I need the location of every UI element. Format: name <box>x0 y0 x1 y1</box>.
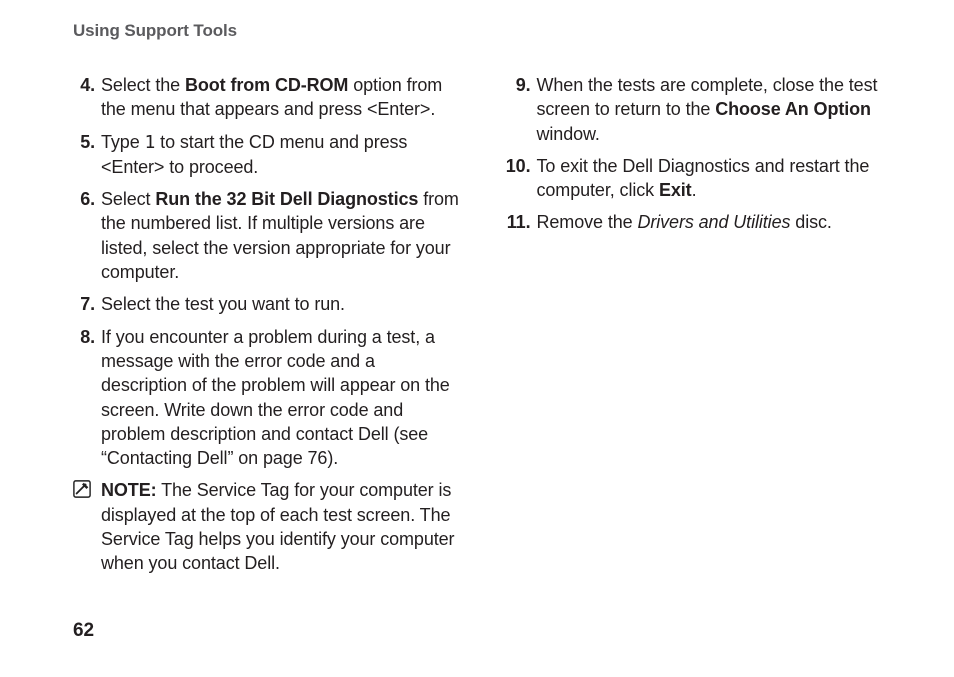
list-item: 8.If you encounter a problem during a te… <box>73 325 465 471</box>
list-item-number: 10. <box>503 154 531 178</box>
list-item: 10.To exit the Dell Diagnostics and rest… <box>503 154 895 203</box>
list-item-number: 9. <box>503 73 531 97</box>
list-item-body: Select the test you want to run. <box>101 292 465 316</box>
text-run: Exit <box>659 180 692 200</box>
text-run: window. <box>537 124 600 144</box>
list-item-number: 6. <box>73 187 95 211</box>
text-run: . <box>692 180 697 200</box>
note-label: NOTE: <box>101 480 157 500</box>
list-item-number: 5. <box>73 130 95 154</box>
list-item-number: 11. <box>503 210 531 234</box>
list-item-number: 8. <box>73 325 95 349</box>
list-item-number: 4. <box>73 73 95 97</box>
list-item-body: When the tests are complete, close the t… <box>537 73 895 146</box>
text-run: Boot from CD-ROM <box>185 75 348 95</box>
list-item-body: If you encounter a problem during a test… <box>101 325 465 471</box>
note-icon <box>73 480 95 500</box>
text-run: Select <box>101 189 155 209</box>
note: NOTE: The Service Tag for your computer … <box>73 478 465 575</box>
text-run: Run the 32 Bit Dell Diagnostics <box>155 189 418 209</box>
list-item-body: Select the Boot from CD-ROM option from … <box>101 73 465 122</box>
text-run: Drivers and Utilities <box>637 212 790 232</box>
list-item-body: Type 1 to start the CD menu and press <E… <box>101 130 465 180</box>
text-run: 1 <box>145 132 156 153</box>
column-right: 9.When the tests are complete, close the… <box>503 73 895 576</box>
list-item-number: 7. <box>73 292 95 316</box>
list-item: 6.Select Run the 32 Bit Dell Diagnostics… <box>73 187 465 284</box>
list-item: 4.Select the Boot from CD-ROM option fro… <box>73 73 465 122</box>
page-header: Using Support Tools <box>73 21 894 41</box>
list-item: 9.When the tests are complete, close the… <box>503 73 895 146</box>
page-number: 62 <box>73 620 94 642</box>
text-run: If you encounter a problem during a test… <box>101 327 450 468</box>
text-run: Type <box>101 132 145 152</box>
text-run: Remove the <box>537 212 638 232</box>
text-run: To exit the Dell Diagnostics and restart… <box>537 156 870 200</box>
list-item-body: Remove the Drivers and Utilities disc. <box>537 210 895 234</box>
list-item-body: Select Run the 32 Bit Dell Diagnostics f… <box>101 187 465 284</box>
text-run: Choose An Option <box>715 99 871 119</box>
note-body: NOTE: The Service Tag for your computer … <box>101 478 465 575</box>
list-item-body: To exit the Dell Diagnostics and restart… <box>537 154 895 203</box>
list-item: 11.Remove the Drivers and Utilities disc… <box>503 210 895 234</box>
list-item: 7. Select the test you want to run. <box>73 292 465 316</box>
list-item: 5.Type 1 to start the CD menu and press … <box>73 130 465 180</box>
content-columns: 4.Select the Boot from CD-ROM option fro… <box>73 73 894 576</box>
text-run: disc. <box>790 212 831 232</box>
page: Using Support Tools 4.Select the Boot fr… <box>0 0 954 677</box>
column-left: 4.Select the Boot from CD-ROM option fro… <box>73 73 465 576</box>
text-run: Select the <box>101 75 185 95</box>
text-run: Select the test you want to run. <box>101 294 345 314</box>
